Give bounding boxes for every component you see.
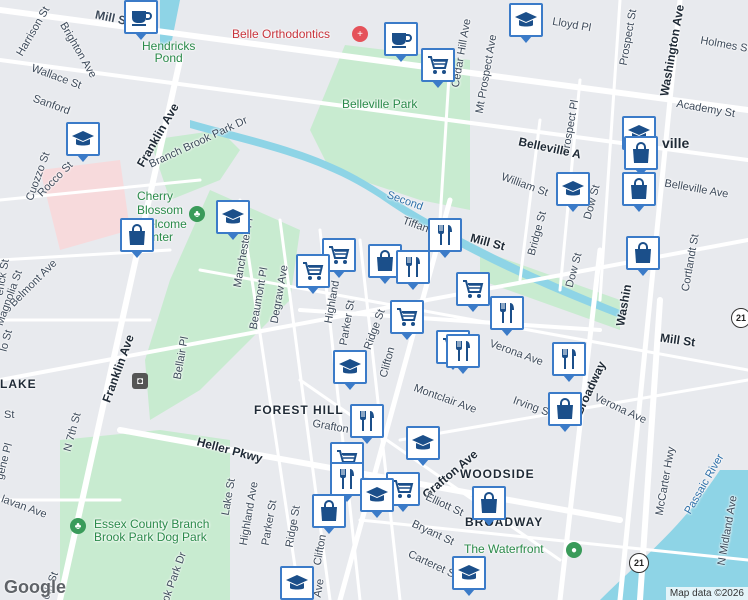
shopping-bag-icon — [631, 241, 655, 265]
transit-icon[interactable]: ◘ — [132, 373, 148, 389]
map-marker-shopping-bag[interactable] — [472, 486, 506, 526]
school-icon — [514, 8, 538, 32]
restaurant-icon — [495, 301, 519, 325]
shopping-bag-icon — [553, 397, 577, 421]
tree-icon: ♣ — [189, 206, 205, 222]
map-marker-restaurant[interactable] — [552, 342, 586, 382]
google-logo[interactable]: Google — [4, 577, 66, 598]
area-label-forest-hill: FOREST HILL — [254, 403, 344, 417]
road-label-st: St — [4, 409, 15, 421]
map-marker-cart[interactable] — [296, 254, 330, 294]
shopping-bag-icon — [627, 177, 651, 201]
map-marker-school[interactable] — [452, 556, 486, 596]
restaurant-icon — [433, 223, 457, 247]
map-canvas[interactable]: Mill St Harrison St Brighton Ave Wallace… — [0, 0, 748, 600]
map-marker-shopping-bag[interactable] — [624, 136, 658, 176]
poi-label-essex-county-park[interactable]: Essex County Branch Brook Park Dog Park — [94, 517, 209, 544]
map-marker-school[interactable] — [280, 566, 314, 600]
poi-label-the-waterfront[interactable]: The Waterfront — [464, 543, 544, 555]
route-21-shield-2: 21 — [629, 553, 649, 573]
cart-icon — [461, 277, 485, 301]
hospital-icon[interactable]: + — [352, 26, 368, 42]
school-icon — [411, 431, 435, 455]
area-label-lake: LAKE — [0, 377, 37, 391]
map-marker-shopping-bag[interactable] — [548, 392, 582, 432]
school-icon — [338, 355, 362, 379]
school-icon — [285, 571, 309, 595]
map-marker-restaurant[interactable] — [330, 462, 364, 502]
restaurant-icon — [557, 347, 581, 371]
school-icon — [365, 483, 389, 507]
map-marker-coffee[interactable] — [384, 22, 418, 62]
map-marker-shopping-bag[interactable] — [120, 218, 154, 258]
map-marker-school[interactable] — [360, 478, 394, 518]
park-icon: ● — [566, 542, 582, 558]
map-marker-coffee[interactable] — [124, 0, 158, 40]
map-marker-restaurant[interactable] — [396, 250, 430, 290]
map-data-credit[interactable]: Map data ©2026 — [665, 587, 748, 600]
coffee-icon — [129, 5, 153, 29]
restaurant-icon — [335, 467, 359, 491]
map-marker-cart[interactable] — [390, 300, 424, 340]
map-marker-shopping-bag[interactable] — [622, 172, 656, 212]
school-icon — [221, 205, 245, 229]
map-marker-shopping-bag[interactable] — [626, 236, 660, 276]
map-marker-school[interactable] — [509, 3, 543, 43]
map-marker-school[interactable] — [333, 350, 367, 390]
poi-label-belle-orthodontics[interactable]: Belle Orthodontics — [232, 28, 330, 40]
shopping-bag-icon — [125, 223, 149, 247]
cart-icon — [301, 259, 325, 283]
town-label-belleville: ville — [662, 135, 690, 151]
cart-icon — [426, 53, 450, 77]
shopping-bag-icon — [317, 499, 341, 523]
map-marker-school[interactable] — [406, 426, 440, 466]
poi-label-belleville-park[interactable]: Belleville Park — [342, 98, 417, 110]
restaurant-icon — [355, 409, 379, 433]
map-marker-cart[interactable] — [421, 48, 455, 88]
coffee-icon — [389, 27, 413, 51]
map-marker-restaurant[interactable] — [490, 296, 524, 336]
cart-icon — [327, 243, 351, 267]
map-marker-restaurant[interactable] — [350, 404, 384, 444]
school-icon — [457, 561, 481, 585]
map-marker-restaurant[interactable] — [428, 218, 462, 258]
map-marker-school[interactable] — [216, 200, 250, 240]
shopping-bag-icon — [373, 249, 397, 273]
school-icon — [71, 127, 95, 151]
cart-icon — [391, 477, 415, 501]
map-marker-school[interactable] — [556, 172, 590, 212]
shopping-bag-icon — [477, 491, 501, 515]
tree-icon-2: ♣ — [70, 518, 86, 534]
route-21-shield: 21 — [731, 308, 748, 328]
map-marker-school[interactable] — [66, 122, 100, 162]
shopping-bag-icon — [629, 141, 653, 165]
map-marker-restaurant[interactable] — [446, 334, 480, 374]
map-marker-cart[interactable] — [456, 272, 490, 312]
cart-icon — [395, 305, 419, 329]
restaurant-icon — [451, 339, 475, 363]
restaurant-icon — [401, 255, 425, 279]
poi-label-hendricks-pond[interactable]: Hendricks Pond — [142, 40, 195, 64]
school-icon — [561, 177, 585, 201]
map-marker-shopping-bag[interactable] — [312, 494, 346, 534]
area-label-woodside: WOODSIDE — [460, 467, 535, 481]
